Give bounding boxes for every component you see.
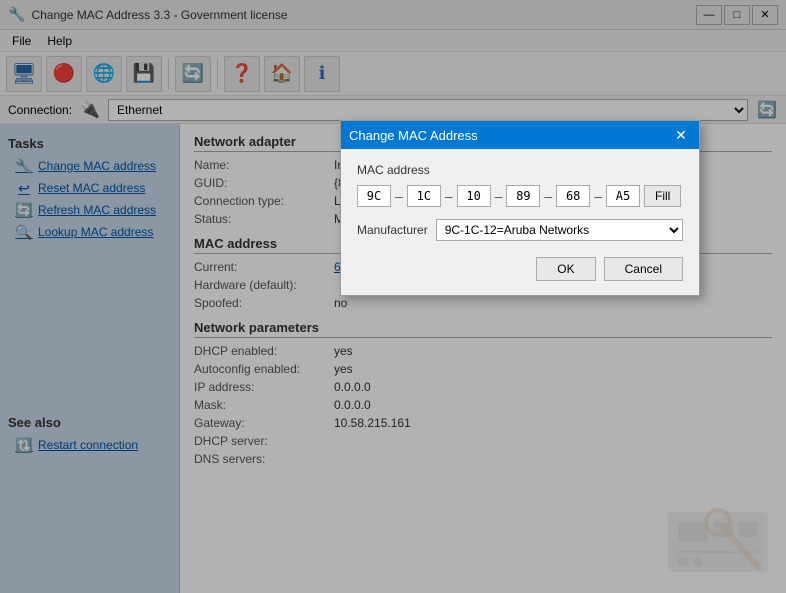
dialog-cancel-button[interactable]: Cancel	[604, 257, 683, 281]
mac-sep-3: –	[495, 188, 503, 204]
mac-octet-4[interactable]	[506, 185, 540, 207]
mac-octet-3[interactable]	[457, 185, 491, 207]
mac-sep-2: –	[445, 188, 453, 204]
manufacturer-select[interactable]: 9C-1C-12=Aruba Networks 00-11-22=Test Co…	[436, 219, 683, 241]
overlay-backdrop	[0, 0, 786, 593]
mac-sep-1: –	[395, 188, 403, 204]
mac-sep-5: –	[594, 188, 602, 204]
mac-sep-4: –	[544, 188, 552, 204]
mac-octet-6[interactable]	[606, 185, 640, 207]
mac-input-row: – – – – – Fill	[357, 185, 683, 207]
change-mac-dialog: Change MAC Address ✕ MAC address – – – –…	[340, 120, 700, 296]
dialog-title: Change MAC Address	[349, 128, 478, 143]
mac-octet-1[interactable]	[357, 185, 391, 207]
dialog-mac-section-label: MAC address	[357, 163, 683, 177]
dialog-body: MAC address – – – – – Fill Manufacturer …	[341, 149, 699, 295]
mac-octet-5[interactable]	[556, 185, 590, 207]
dialog-close-button[interactable]: ✕	[671, 125, 691, 145]
dialog-title-bar: Change MAC Address ✕	[341, 121, 699, 149]
manufacturer-label: Manufacturer	[357, 223, 428, 237]
fill-button[interactable]: Fill	[644, 185, 681, 207]
dialog-buttons: OK Cancel	[357, 257, 683, 281]
mac-octet-2[interactable]	[407, 185, 441, 207]
manufacturer-row: Manufacturer 9C-1C-12=Aruba Networks 00-…	[357, 219, 683, 241]
dialog-ok-button[interactable]: OK	[536, 257, 595, 281]
